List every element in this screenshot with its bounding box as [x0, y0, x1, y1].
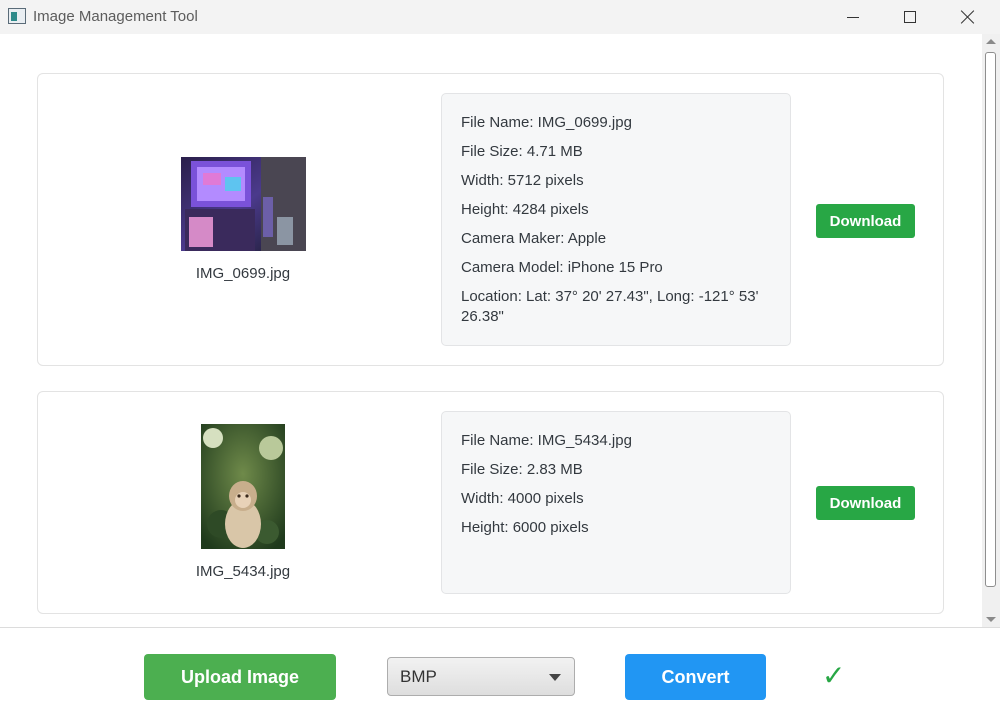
image-list: IMG_0699.jpg File Name: IMG_0699.jpg Fil…	[0, 34, 982, 627]
close-button[interactable]	[945, 0, 991, 34]
app-window-icon	[8, 8, 26, 24]
convert-button[interactable]: Convert	[625, 654, 766, 700]
format-select[interactable]: BMP	[387, 657, 575, 696]
metadata-width: Width: 4000 pixels	[461, 490, 584, 507]
upload-image-button[interactable]: Upload Image	[144, 654, 336, 700]
window-title: Image Management Tool	[33, 8, 198, 25]
image-card: IMG_0699.jpg File Name: IMG_0699.jpg Fil…	[37, 73, 944, 366]
close-icon	[961, 10, 975, 24]
maximize-icon	[904, 11, 916, 23]
download-button[interactable]: Download	[816, 204, 915, 238]
metadata-camera-maker: Camera Maker: Apple	[461, 230, 607, 247]
metadata-camera-model: Camera Model: iPhone 15 Pro	[461, 259, 663, 276]
metadata-file-name: File Name: IMG_5434.jpg	[461, 432, 632, 449]
metadata-width: Width: 5712 pixels	[461, 172, 584, 189]
action-bar: Upload Image BMP Convert ✓	[0, 627, 1000, 723]
scroll-up-icon[interactable]	[986, 39, 996, 44]
metadata-panel: File Name: IMG_5434.jpg File Size: 2.83 …	[441, 411, 791, 594]
image-thumbnail[interactable]	[201, 424, 285, 549]
minimize-icon	[847, 16, 859, 18]
thumbnail-container: IMG_0699.jpg	[180, 157, 306, 282]
format-select-value: BMP	[400, 666, 437, 686]
metadata-file-name: File Name: IMG_0699.jpg	[461, 114, 632, 131]
image-caption: IMG_0699.jpg	[195, 265, 291, 282]
metadata-height: Height: 6000 pixels	[461, 519, 589, 536]
title-bar: Image Management Tool	[0, 0, 1000, 34]
scrollbar-thumb[interactable]	[985, 52, 996, 587]
maximize-button[interactable]	[887, 0, 933, 34]
metadata-height: Height: 4284 pixels	[461, 201, 589, 218]
image-thumbnail[interactable]	[180, 157, 306, 251]
image-card: IMG_5434.jpg File Name: IMG_5434.jpg Fil…	[37, 391, 944, 614]
thumbnail-container: IMG_5434.jpg	[180, 424, 306, 580]
metadata-panel: File Name: IMG_0699.jpg File Size: 4.71 …	[441, 93, 791, 346]
metadata-file-size: File Size: 2.83 MB	[461, 461, 583, 478]
chevron-down-icon	[549, 674, 561, 681]
download-button[interactable]: Download	[816, 486, 915, 520]
minimize-button[interactable]	[830, 0, 876, 34]
metadata-file-size: File Size: 4.71 MB	[461, 143, 583, 160]
scroll-down-icon[interactable]	[986, 617, 996, 622]
vertical-scrollbar[interactable]	[982, 34, 1000, 627]
image-caption: IMG_5434.jpg	[195, 563, 291, 580]
metadata-location: Location: Lat: 37° 20' 27.43", Long: -12…	[461, 288, 759, 325]
checkmark-icon: ✓	[822, 659, 846, 692]
